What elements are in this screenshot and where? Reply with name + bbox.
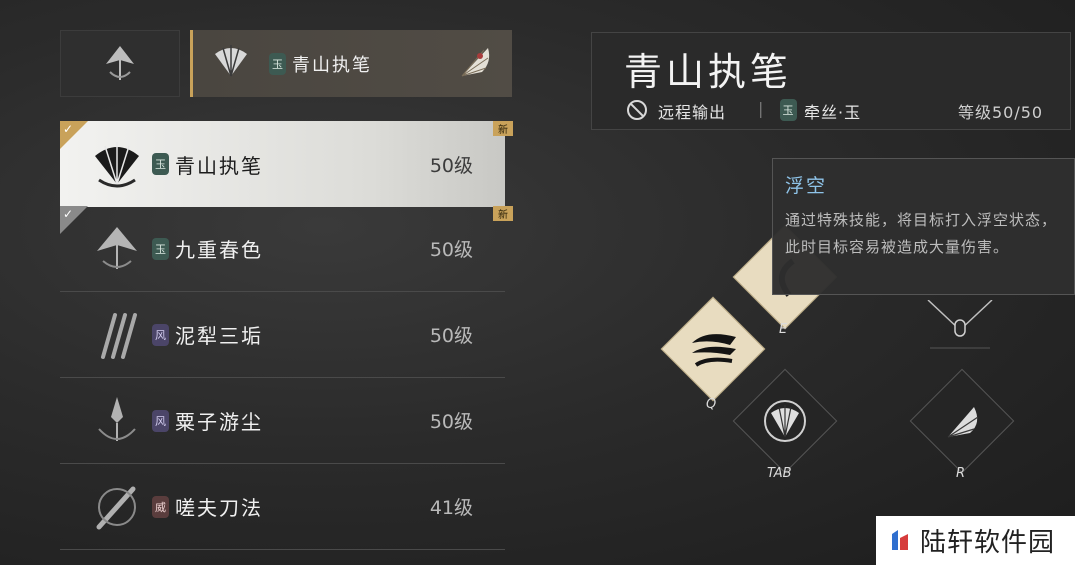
check-icon: ✓ xyxy=(63,207,74,221)
weapon-row-nili[interactable]: 风 泥犁三垢 50级 xyxy=(60,292,505,378)
mouse-skill-hint xyxy=(920,299,1000,350)
check-icon: ✓ xyxy=(63,122,74,136)
status-tooltip: 浮空 通过特殊技能，将目标打入浮空状态，此时目标容易被造成大量伤害。 xyxy=(772,158,1075,295)
claw-weapon-icon xyxy=(82,305,152,365)
watermark-text: 陆轩软件园 xyxy=(920,528,1056,558)
affinity-tag: 玉 xyxy=(152,153,169,175)
weapon-title: 青山执笔 xyxy=(624,50,793,94)
weapon-name: 粟子游尘 xyxy=(175,410,263,434)
weapon-detail-panel: 青山执笔 远程输出 | 玉 牵丝·玉 等级50/50 xyxy=(591,32,1071,130)
weapon-name: 嗟夫刀法 xyxy=(175,496,263,520)
weapon-row-suzi[interactable]: 风 粟子游尘 50级 xyxy=(60,378,505,464)
key-q-label: Q xyxy=(706,397,717,412)
umbrella-weapon-icon xyxy=(82,219,152,279)
skill-q[interactable] xyxy=(660,296,766,402)
selected-weapon-name: 青山执笔 xyxy=(292,54,372,76)
weapon-name: 泥犁三垢 xyxy=(175,324,263,348)
skill-tab[interactable] xyxy=(732,368,838,474)
fan-skill-icon xyxy=(761,397,809,445)
key-e-label: E xyxy=(779,322,788,337)
weapon-slot-secondary[interactable] xyxy=(60,30,180,97)
spear-weapon-icon xyxy=(82,391,152,451)
weapon-row-jiefu[interactable]: 威 嗟夫刀法 41级 xyxy=(60,464,505,550)
weapon-type-label: 远程输出 xyxy=(658,103,727,122)
fan-weapon-icon xyxy=(209,40,253,88)
fan-weapon-icon xyxy=(82,134,152,194)
affinity-tag: 玉 xyxy=(269,52,286,75)
separator: | xyxy=(758,99,765,118)
umbrella-weapon-icon xyxy=(106,45,134,80)
new-badge: 新 xyxy=(493,206,513,221)
game-screen: { "header": { "selected_name": "青山执笔", "… xyxy=(0,0,1075,565)
weapon-level: 50级 xyxy=(429,154,473,177)
affinity-tag: 风 xyxy=(152,323,169,346)
key-tab-label: TAB xyxy=(767,466,792,481)
key-r-label: R xyxy=(956,466,966,481)
fan-art-icon xyxy=(454,42,494,86)
tooltip-title: 浮空 xyxy=(785,175,828,197)
affinity-label: 牵丝·玉 xyxy=(804,103,862,122)
weapon-level: 41级 xyxy=(429,497,473,519)
logo-icon xyxy=(888,526,912,556)
affinity-tag: 玉 xyxy=(152,237,169,260)
weapon-slot-primary[interactable]: 玉 青山执笔 xyxy=(190,30,512,97)
affinity-tag: 玉 xyxy=(780,99,797,121)
weapon-name: 青山执笔 xyxy=(175,153,263,178)
weapon-row-jiuchong[interactable]: ✓ 新 玉 九重春色 50级 xyxy=(60,206,513,292)
skill-r[interactable] xyxy=(909,368,1015,474)
blade-weapon-icon xyxy=(82,477,152,537)
weapon-level: 50级 xyxy=(429,411,473,433)
watermark: 陆轩软件园 xyxy=(876,516,1075,565)
affinity-tag: 风 xyxy=(152,409,169,432)
new-badge: 新 xyxy=(493,121,513,136)
fan-sweep-skill-icon xyxy=(938,397,986,445)
weapon-level: 50级 xyxy=(429,325,473,347)
affinity-tag: 威 xyxy=(152,495,169,518)
weapon-level: 50级 xyxy=(429,239,473,261)
wind-slash-skill-icon xyxy=(686,329,740,369)
weapon-row-qingshan[interactable]: ✓ 新 玉 青山执笔 50级 xyxy=(60,121,513,207)
weapon-name: 九重春色 xyxy=(175,238,263,262)
weapon-level-label: 等级50/50 xyxy=(958,103,1044,122)
tooltip-body: 通过特殊技能，将目标打入浮空状态，此时目标容易被造成大量伤害。 xyxy=(785,211,1058,256)
ranged-type-icon xyxy=(626,99,648,121)
